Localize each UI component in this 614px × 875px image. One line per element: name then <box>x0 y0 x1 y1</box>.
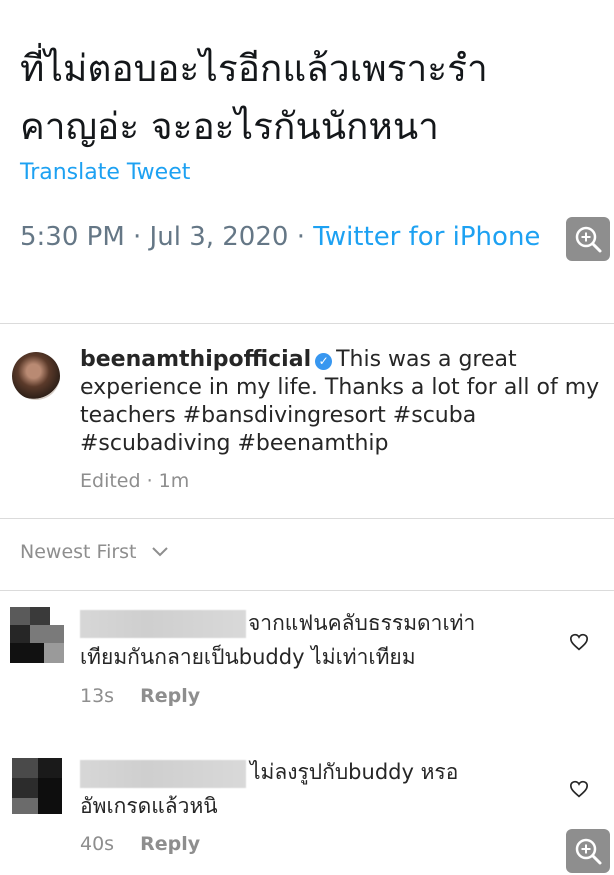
comment-meta: 40s Reply <box>80 833 200 855</box>
redacted-username <box>80 610 246 638</box>
redacted-username <box>80 760 246 788</box>
translate-tweet-link[interactable]: Translate Tweet <box>20 160 190 185</box>
avatar[interactable] <box>12 352 60 400</box>
sort-label: Newest First <box>20 541 137 563</box>
tweet-text-line-1: ที่ไม่ตอบอะไรอีกแล้วเพราะรำ <box>20 47 488 90</box>
reply-button[interactable]: Reply <box>140 685 200 707</box>
zoom-in-icon[interactable] <box>566 217 610 261</box>
comment-text-line-2: อัพเกรดแล้วหนิ <box>80 794 218 818</box>
post-caption: beenamthipofficial ✓ This was a great expe… <box>80 346 600 458</box>
username-link[interactable]: beenamthipofficial <box>80 347 311 372</box>
tweet-source-link[interactable]: Twitter for iPhone <box>313 222 540 252</box>
section-divider <box>0 323 614 324</box>
comment-avatar[interactable] <box>10 607 64 663</box>
heart-outline-icon[interactable] <box>569 780 589 798</box>
edited-timestamp: Edited · 1m <box>80 470 190 492</box>
tweet-text-line-2: คาญอ่ะ จะอะไรกันนักหนา <box>20 105 439 148</box>
tweet-meta: 5:30 PM · Jul 3, 2020 · Twitter for iPho… <box>20 222 540 252</box>
comment-text-line-2: เทียมกันกลายเป็นbuddy ไม่เท่าเทียม <box>80 645 416 669</box>
comment-item: จากแฟนคลับธรรมดาเท่า เทียมกันกลายเป็นbud… <box>0 590 614 730</box>
comment-meta: 13s Reply <box>80 685 200 707</box>
verified-badge-icon: ✓ <box>315 353 333 370</box>
heart-outline-icon[interactable] <box>569 633 589 651</box>
chevron-down-icon <box>151 547 168 557</box>
comment-text-line-1: จากแฟนคลับธรรมดาเท่า <box>248 611 476 635</box>
zoom-in-icon[interactable] <box>566 829 610 873</box>
tweet-text: ที่ไม่ตอบอะไรอีกแล้วเพราะรำ คาญอ่ะ จะอะไ… <box>20 40 580 156</box>
comment-time: 40s <box>80 833 115 855</box>
comment-avatar[interactable] <box>12 758 62 814</box>
tweet-card: ที่ไม่ตอบอะไรอีกแล้วเพราะรำ คาญอ่ะ จะอะไ… <box>0 0 614 322</box>
comment-item: ไม่ลงรูปกับbuddy หรอ อัพเกรดแล้วหนิ 40s R… <box>0 740 614 875</box>
reply-button[interactable]: Reply <box>140 833 200 855</box>
tweet-timestamp: 5:30 PM · Jul 3, 2020 · <box>20 222 314 252</box>
caption-divider <box>0 518 614 519</box>
sort-dropdown[interactable]: Newest First <box>20 541 169 563</box>
comment-time: 13s <box>80 685 115 707</box>
comment-text-line-1: ไม่ลงรูปกับbuddy หรอ <box>250 760 459 784</box>
